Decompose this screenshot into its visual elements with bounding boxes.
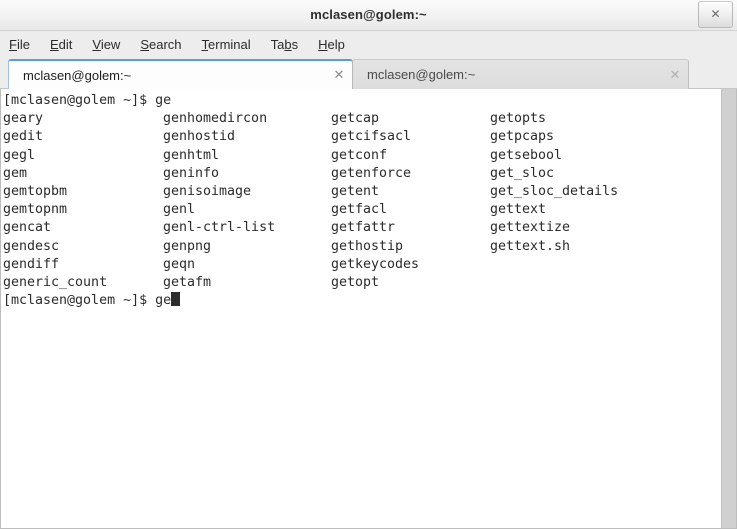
terminal-line: gendesc genpng gethostip gettext.sh [3, 238, 721, 256]
terminal-body: [mclasen@golem ~]$ ge geary genhomedirco… [0, 89, 737, 529]
completion-item: getent [331, 183, 380, 199]
completion-item: genpng [163, 238, 212, 254]
completion-item: getkeycodes [331, 256, 420, 272]
completion-item: genhtml [163, 147, 220, 163]
menu-accel-key: F [9, 36, 17, 52]
completion-item: genisoimage [163, 183, 252, 199]
tab-label: mclasen@golem:~ [367, 67, 476, 82]
typed-command: ge [155, 93, 172, 108]
menu-accel-key: b [284, 36, 292, 52]
scrollbar-thumb[interactable] [724, 89, 734, 528]
completion-item: getconf [331, 147, 388, 163]
completion-item: get_sloc_details [490, 183, 619, 199]
completion-item: generic_count [3, 274, 108, 290]
completion-item: gencat [3, 220, 52, 236]
tab-close-icon[interactable]: ✕ [326, 62, 352, 88]
menu-label-post: erminal [208, 36, 251, 52]
shell-prompt: [mclasen@golem ~]$ [3, 293, 156, 309]
completion-item: get_sloc [490, 165, 555, 181]
completion-item: gettext [490, 202, 547, 218]
completion-item: geqn [163, 256, 196, 272]
menu-accel-key: H [318, 36, 328, 52]
menu-accel-key: E [49, 36, 59, 52]
completion-item: geninfo [163, 165, 220, 181]
completion-item: gemtopnm [3, 202, 68, 218]
terminal-line: gedit genhostid getcifsacl getpcaps [3, 128, 721, 146]
completion-item: gettextize [490, 220, 571, 236]
menu-item-help[interactable]: Help [318, 37, 345, 53]
completion-item: gem [3, 165, 28, 181]
terminal-line-prompt-first: [mclasen@golem ~]$ ge [3, 92, 721, 110]
menu-label-post: elp [327, 36, 345, 52]
completion-item: genl-ctrl-list [163, 220, 276, 236]
tab-label: mclasen@golem:~ [23, 67, 132, 83]
menu-item-tabs[interactable]: Tabs [271, 37, 298, 53]
completion-item: getafm [163, 274, 212, 290]
completion-item: getfattr [331, 220, 396, 236]
tab-terminal-1[interactable]: mclasen@golem:~ ✕ [8, 59, 353, 89]
completion-item: gendesc [3, 238, 60, 254]
terminal-line: gemtopnm genl getfacl gettext [3, 201, 721, 219]
menu-accel-key: V [92, 36, 101, 52]
tab-terminal-2[interactable]: mclasen@golem:~ ✕ [352, 59, 689, 89]
menubar: File Edit View Search Terminal Tabs Help [0, 31, 737, 58]
page-title: mclasen@golem:~ [310, 7, 427, 22]
completion-item: getcap [331, 111, 380, 127]
tabbar: mclasen@golem:~ ✕ mclasen@golem:~ ✕ [0, 58, 737, 89]
completion-item: gendiff [3, 256, 60, 272]
terminal-line: gem geninfo getenforce get_sloc [3, 165, 721, 183]
completion-item: getopts [490, 111, 547, 127]
menu-label-pre: Ta [270, 36, 285, 52]
completion-item: getpcaps [490, 129, 555, 145]
menu-item-edit[interactable]: Edit [50, 37, 72, 53]
text-cursor [171, 292, 180, 307]
terminal-line: generic_count getafm getopt [3, 274, 721, 292]
menu-label-post: iew [100, 36, 121, 52]
menu-accel-key: S [140, 36, 149, 52]
terminal-line: gencat genl-ctrl-list getfattr gettextiz… [3, 219, 721, 237]
completion-item: getopt [331, 274, 380, 290]
menu-item-terminal[interactable]: Terminal [202, 37, 251, 53]
menu-label-post: ile [16, 36, 30, 52]
completion-item: getenforce [331, 165, 412, 181]
completion-item: gettext.sh [490, 238, 571, 254]
close-icon[interactable]: ✕ [698, 1, 733, 28]
terminal-line: gemtopbm genisoimage getent get_sloc_det… [3, 183, 721, 201]
menu-label-post: s [291, 36, 299, 52]
tab-close-icon[interactable]: ✕ [662, 62, 688, 88]
completion-item: geary [3, 111, 44, 127]
vertical-scrollbar[interactable] [721, 89, 736, 528]
menu-item-search[interactable]: Search [140, 37, 181, 53]
completion-item: getcifsacl [331, 129, 412, 145]
command-input: ge [155, 293, 172, 309]
terminal-line-prompt-current: [mclasen@golem ~]$ ge [3, 292, 721, 310]
terminal-line: gendiff geqn getkeycodes [3, 256, 721, 274]
menu-item-view[interactable]: View [92, 37, 120, 53]
completion-item: genhostid [163, 129, 236, 145]
terminal-line: gegl genhtml getconf getsebool [3, 147, 721, 165]
menu-label-post: dit [58, 36, 73, 52]
completion-item: gegl [3, 147, 36, 163]
menu-item-file[interactable]: File [9, 37, 30, 53]
terminal-screen[interactable]: [mclasen@golem ~]$ ge geary genhomedirco… [1, 89, 721, 528]
menu-label-post: earch [149, 36, 182, 52]
window-titlebar[interactable]: mclasen@golem:~ ✕ [0, 0, 737, 31]
terminal-line: geary genhomedircon getcap getopts [3, 110, 721, 128]
completion-item: gedit [3, 129, 44, 145]
completion-item: gethostip [331, 238, 404, 254]
terminal-window: mclasen@golem:~ ✕ File Edit View Search … [0, 0, 737, 529]
completion-item: getfacl [331, 202, 388, 218]
completion-item: genhomedircon [163, 111, 268, 127]
completion-item: genl [163, 202, 196, 218]
shell-prompt: [mclasen@golem ~]$ [3, 93, 156, 108]
completion-item: getsebool [490, 147, 563, 163]
completion-item: gemtopbm [3, 183, 68, 199]
